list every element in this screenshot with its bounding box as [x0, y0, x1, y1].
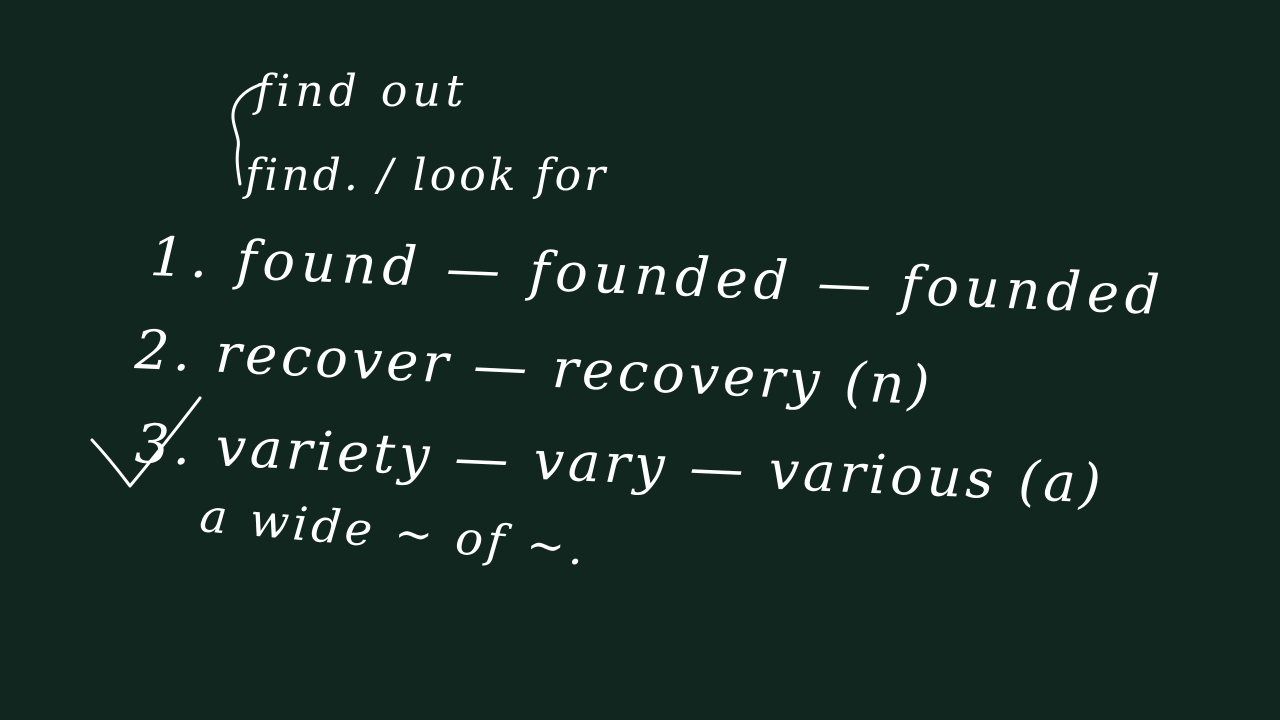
note-line-find-look-for: find. / look for [245, 150, 609, 201]
note-line-a-wide-of: a wide ~ of ~. [197, 488, 590, 576]
note-line-found: 1. found — founded — founded [148, 225, 1167, 327]
chalkboard: find out find. / look for 1. found — fou… [0, 0, 1280, 720]
note-line-find-out: find out [255, 66, 469, 117]
note-line-recover: 2. recover — recovery (n) [133, 318, 935, 418]
